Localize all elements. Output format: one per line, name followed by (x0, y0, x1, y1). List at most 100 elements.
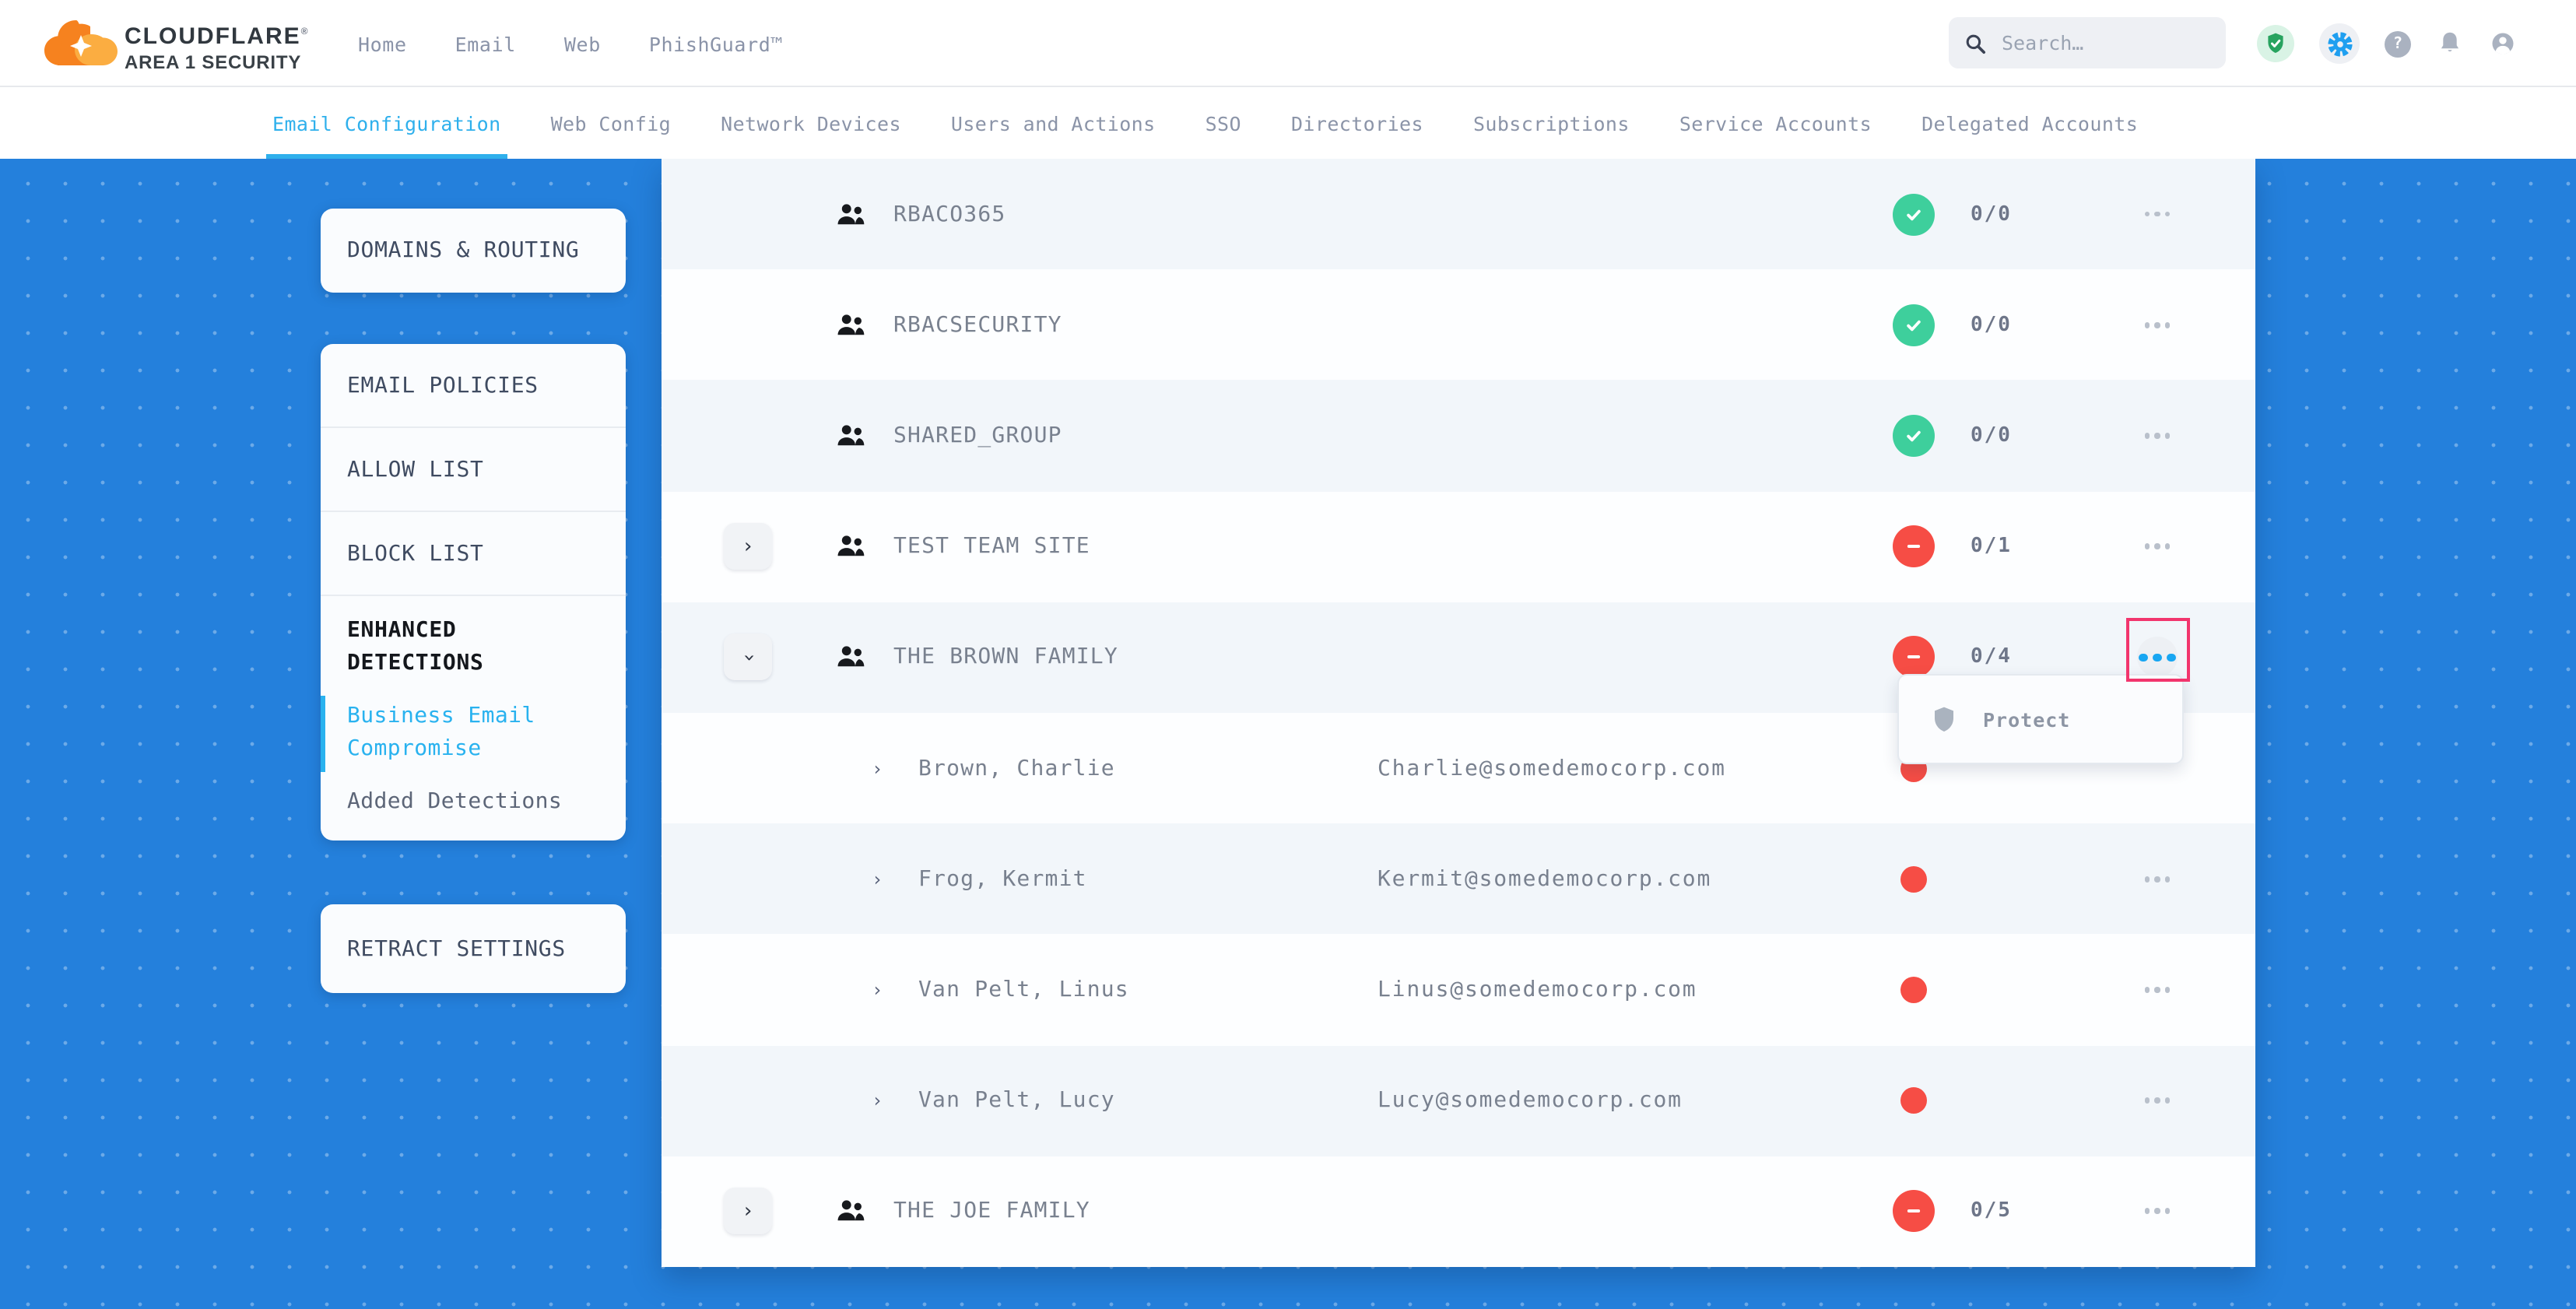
sidebar-item-added-detections[interactable]: Added Detections (321, 786, 626, 819)
tab-sso[interactable]: SSO (1206, 87, 1241, 159)
group-name: SHARED_GROUP (893, 423, 1062, 448)
table-row[interactable]: › Van Pelt, Lucy Lucy@somedemocorp.com (662, 1045, 2255, 1156)
row-menu-button[interactable] (2137, 858, 2178, 899)
top-header: CLOUDFLARE® AREA 1 SECURITY Home Email W… (0, 0, 2576, 87)
logo-text: CLOUDFLARE® AREA 1 SECURITY (125, 8, 310, 73)
search-box[interactable] (1949, 17, 2226, 68)
header-icons: ? (2257, 0, 2517, 87)
row-menu-button[interactable] (2137, 970, 2178, 1010)
tab-users-and-actions[interactable]: Users and Actions (951, 87, 1156, 159)
tab-service-accounts[interactable]: Service Accounts (1679, 87, 1872, 159)
help-icon[interactable]: ? (2385, 30, 2411, 57)
search-icon (1964, 32, 1986, 54)
search-input[interactable] (1999, 30, 2201, 56)
user-chevron-icon: › (872, 868, 883, 890)
group-icon (834, 313, 867, 338)
row-menu-button[interactable] (2137, 526, 2178, 567)
tab-email-configuration[interactable]: Email Configuration (272, 87, 501, 159)
sidebar-card-policies: EMAIL POLICIES ALLOW LIST BLOCK LIST ENH… (321, 344, 626, 840)
protected-count: 0/0 (1971, 424, 2012, 447)
registered-mark: ® (301, 28, 310, 37)
user-name: Brown, Charlie (918, 756, 1115, 781)
table-row[interactable]: › Frog, Kermit Kermit@somedemocorp.com (662, 823, 2255, 934)
user-name: Frog, Kermit (918, 866, 1087, 891)
table-row[interactable]: › TEST TEAM SITE 0/1 (662, 491, 2255, 602)
row-menu-button[interactable] (2137, 416, 2178, 456)
user-email: Kermit@somedemocorp.com (1377, 866, 1711, 891)
config-subnav: Email Configuration Web Config Network D… (0, 87, 2576, 159)
user-name: Van Pelt, Lucy (918, 1088, 1115, 1113)
status-error-dot (1900, 865, 1927, 892)
sidebar-card-domains-routing[interactable]: DOMAINS & ROUTING (321, 209, 626, 293)
group-name: THE BROWN FAMILY (893, 645, 1118, 670)
sidebar-item-block-list[interactable]: BLOCK LIST (321, 512, 626, 595)
user-email: Charlie@somedemocorp.com (1377, 756, 1726, 781)
sidebar-item-email-policies[interactable]: EMAIL POLICIES (321, 344, 626, 426)
expand-button[interactable]: › (724, 1188, 772, 1235)
sidebar-section-enhanced-detections: ENHANCED DETECTIONS (321, 596, 626, 680)
user-email: Linus@somedemocorp.com (1377, 977, 1697, 1002)
group-name: RBACO365 (893, 202, 1005, 226)
nav-item-web[interactable]: Web (564, 32, 601, 55)
tab-directories[interactable]: Directories (1291, 87, 1423, 159)
status-ok-icon (1893, 415, 1935, 457)
user-name: Van Pelt, Linus (918, 977, 1129, 1002)
status-error-icon (1893, 525, 1935, 567)
row-menu-button[interactable] (2137, 194, 2178, 234)
top-nav: Home Email Web PhishGuard™ (358, 0, 783, 87)
sidebar-item-allow-list[interactable]: ALLOW LIST (321, 428, 626, 511)
tab-network-devices[interactable]: Network Devices (721, 87, 901, 159)
status-ok-icon (1893, 304, 1935, 346)
expand-button[interactable]: › (724, 523, 772, 570)
collapse-button[interactable]: › (724, 634, 772, 681)
menu-item-protect[interactable]: Protect (1983, 707, 2070, 731)
table-row[interactable]: RBACSECURITY 0/0 (662, 269, 2255, 380)
status-error-dot (1900, 977, 1927, 1003)
annotation-highlight-box (2126, 618, 2190, 682)
status-error-icon (1893, 1191, 1935, 1233)
tab-web-config[interactable]: Web Config (551, 87, 672, 159)
account-icon[interactable] (2489, 30, 2517, 58)
protected-count: 0/4 (1971, 646, 2012, 669)
protected-count: 0/0 (1971, 314, 2012, 337)
logo-title: CLOUDFLARE® (125, 19, 310, 51)
protected-count: 0/1 (1971, 535, 2012, 558)
user-email: Lucy@somedemocorp.com (1377, 1088, 1683, 1113)
tab-delegated-accounts[interactable]: Delegated Accounts (1921, 87, 2138, 159)
group-name: THE JOE FAMILY (893, 1199, 1090, 1224)
group-name: RBACSECURITY (893, 313, 1062, 338)
table-row[interactable]: › Van Pelt, Linus Linus@somedemocorp.com (662, 935, 2255, 1045)
group-icon (834, 202, 867, 226)
nav-item-phishguard[interactable]: PhishGuard™ (649, 32, 783, 55)
cloudflare-logo: CLOUDFLARE® AREA 1 SECURITY (44, 8, 310, 73)
bell-icon[interactable] (2436, 30, 2464, 58)
table-row[interactable]: SHARED_GROUP 0/0 (662, 381, 2255, 491)
nav-item-email[interactable]: Email (455, 32, 516, 55)
tab-subscriptions[interactable]: Subscriptions (1473, 87, 1630, 159)
status-error-dot (1900, 1087, 1927, 1114)
shield-icon (1932, 705, 1957, 733)
table-row[interactable]: RBACO365 0/0 (662, 159, 2255, 269)
group-icon (834, 1199, 867, 1224)
protected-count: 0/0 (1971, 202, 2012, 226)
logo-subtitle: AREA 1 SECURITY (125, 51, 310, 73)
sidebar-item-business-email-compromise[interactable]: Business Email Compromise (321, 700, 626, 766)
nav-item-home[interactable]: Home (358, 32, 407, 55)
user-chevron-icon: › (872, 979, 883, 1001)
group-icon (834, 534, 867, 559)
user-chevron-icon: › (872, 757, 883, 779)
status-ok-icon (1893, 193, 1935, 235)
group-icon (834, 423, 867, 448)
sidebar-card-retract-settings[interactable]: RETRACT SETTINGS (321, 904, 626, 993)
row-menu-button[interactable] (2137, 1080, 2178, 1121)
shield-check-icon[interactable] (2257, 25, 2294, 62)
row-context-menu: Protect (1897, 674, 2184, 764)
table-row[interactable]: › THE JOE FAMILY 0/5 (662, 1156, 2255, 1266)
row-menu-button[interactable] (2137, 1191, 2178, 1232)
protected-count: 0/5 (1971, 1200, 2012, 1223)
gear-icon[interactable] (2319, 23, 2360, 64)
cloudflare-cloud-icon (44, 17, 118, 70)
row-menu-button[interactable] (2137, 305, 2178, 346)
group-name: TEST TEAM SITE (893, 534, 1090, 559)
sidebar-item-retract-settings: RETRACT SETTINGS (347, 936, 566, 961)
